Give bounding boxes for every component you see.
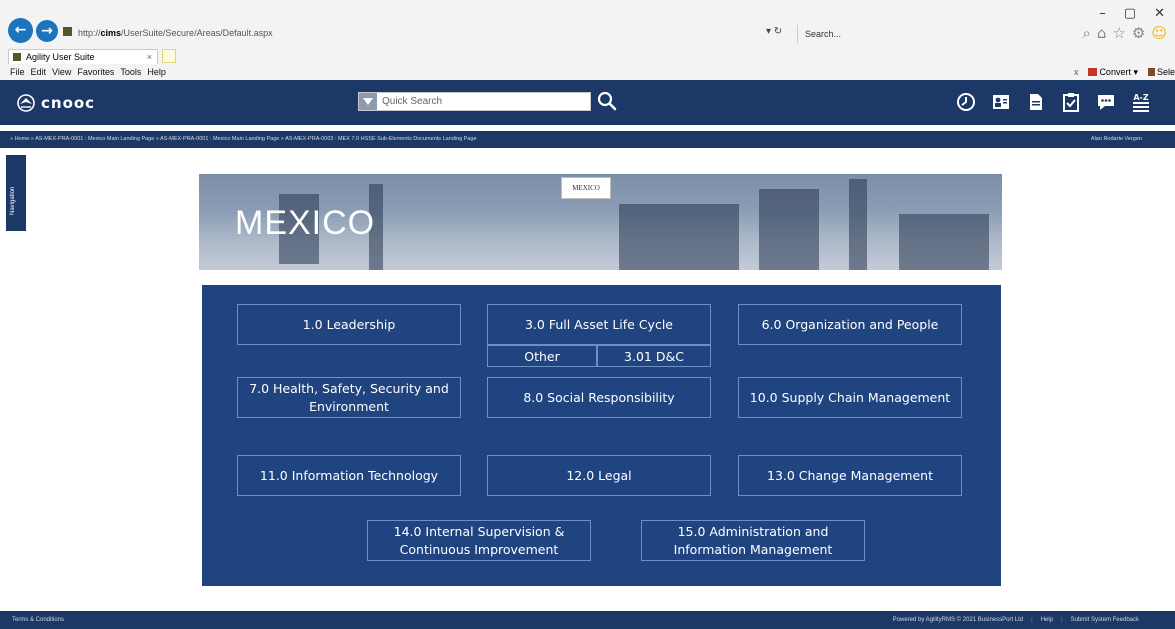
feedback-smiley-icon[interactable]: ☺ — [1151, 24, 1167, 42]
refresh-icon[interactable]: ▾ ↻ — [766, 26, 782, 37]
feedback-chat-icon[interactable] — [1095, 91, 1117, 113]
tab-favicon-icon — [13, 53, 21, 61]
tile-full-asset-life-cycle[interactable]: 3.0 Full Asset Life Cycle — [487, 304, 711, 345]
app-header: cnooc A-Z — [0, 80, 1175, 125]
window-controls: – ▢ ✕ — [1099, 6, 1165, 21]
quick-search-dropdown-icon[interactable] — [359, 93, 377, 110]
terms-link[interactable]: Terms & Conditions — [12, 611, 64, 629]
quick-search — [358, 92, 591, 111]
a-z-index-icon[interactable]: A-Z — [1130, 91, 1152, 113]
convert-button[interactable]: Convert ▾ — [1088, 65, 1138, 80]
url-prefix: http:// — [78, 28, 101, 38]
site-favicon-icon — [63, 27, 72, 36]
breadcrumb-bar: » Home » AS-MEX-PRA-0001 : Mexico Main L… — [0, 131, 1175, 148]
browser-search-input[interactable]: Search... — [797, 25, 1042, 43]
browser-search-placeholder: Search... — [805, 29, 842, 39]
banner-rig-shape — [619, 204, 739, 270]
user-name[interactable]: Alan Rodarte Vergen — [1091, 131, 1142, 148]
back-button[interactable]: ← — [8, 18, 33, 43]
banner-rig-shape — [899, 214, 989, 270]
user-profile-icon[interactable] — [990, 91, 1012, 113]
toolbar-extras: x Convert ▾ Sele — [1074, 65, 1175, 80]
menu-favorites[interactable]: Favorites — [77, 65, 114, 80]
url-host: cims — [100, 28, 122, 38]
menu-edit[interactable]: Edit — [31, 65, 47, 80]
tile-hsse[interactable]: 7.0 Health, Safety, Security and Environ… — [237, 377, 461, 418]
menu-bar: File Edit View Favorites Tools Help — [0, 65, 1175, 80]
page-footer: Terms & Conditions Powered by AgilityRMS… — [0, 611, 1175, 629]
convert-label: Convert — [1099, 67, 1131, 77]
tile-change-management[interactable]: 13.0 Change Management — [738, 455, 962, 496]
banner-chip: MEXICO — [561, 177, 611, 199]
cnooc-logo[interactable]: cnooc — [17, 94, 95, 112]
tile-leadership[interactable]: 1.0 Leadership — [237, 304, 461, 345]
menu-view[interactable]: View — [52, 65, 71, 80]
history-clock-icon[interactable] — [955, 91, 977, 113]
clipboard-check-icon[interactable] — [1060, 91, 1082, 113]
close-toolbar-icon[interactable]: x — [1074, 65, 1079, 80]
tab-title: Agility User Suite — [26, 52, 95, 62]
page-banner: MEXICO MEXICO — [199, 174, 1002, 270]
header-tools: A-Z — [955, 91, 1152, 113]
tile-other[interactable]: Other — [487, 345, 597, 367]
url-path: /UserSuite/Secure/Areas/Default.aspx — [121, 28, 273, 38]
settings-gear-icon[interactable]: ⚙ — [1132, 24, 1145, 42]
footer-separator: | — [1061, 617, 1063, 623]
tile-internal-supervision[interactable]: 14.0 Internal Supervision & Continuous I… — [367, 520, 591, 561]
tab-close-icon[interactable]: × — [147, 50, 152, 64]
tile-social-responsibility[interactable]: 8.0 Social Responsibility — [487, 377, 711, 418]
footer-links: Powered by AgilityRMS © 2021 BusinessPor… — [893, 611, 1139, 629]
address-bar[interactable]: http://cims/UserSuite/Secure/Areas/Defau… — [78, 25, 838, 42]
submit-feedback-link[interactable]: Submit System Feedback — [1071, 611, 1139, 629]
minimize-icon[interactable]: – — [1099, 6, 1106, 21]
powered-by-text: Powered by AgilityRMS © 2021 BusinessPor… — [892, 617, 1024, 623]
restore-icon[interactable]: ▢ — [1124, 6, 1136, 21]
svg-text:A-Z: A-Z — [1133, 93, 1149, 102]
help-link[interactable]: Help — [1041, 611, 1053, 629]
home-icon[interactable]: ⌂ — [1097, 24, 1107, 42]
select-label: Sele — [1156, 67, 1175, 77]
element-tiles-panel: 1.0 Leadership 3.0 Full Asset Life Cycle… — [202, 285, 1001, 586]
footer-separator: | — [1031, 617, 1033, 623]
breadcrumb[interactable]: » Home » AS-MEX-PRA-0001 : Mexico Main L… — [10, 131, 477, 148]
browser-tab[interactable]: Agility User Suite × — [8, 49, 158, 64]
menu-tools[interactable]: Tools — [120, 65, 141, 80]
tile-dc[interactable]: 3.01 D&C — [597, 345, 711, 367]
close-window-icon[interactable]: ✕ — [1154, 6, 1165, 21]
quick-search-button[interactable] — [596, 90, 618, 112]
browser-chrome: – ▢ ✕ ← → http://cims/UserSuite/Secure/A… — [0, 0, 1175, 80]
tile-legal[interactable]: 12.0 Legal — [487, 455, 711, 496]
quick-search-input[interactable] — [377, 93, 590, 110]
banner-rig-shape — [849, 179, 867, 270]
tile-supply-chain-management[interactable]: 10.0 Supply Chain Management — [738, 377, 962, 418]
magnifier-icon — [597, 91, 617, 111]
favorites-star-icon[interactable]: ☆ — [1112, 24, 1125, 42]
logo-text: cnooc — [41, 94, 96, 112]
tile-information-technology[interactable]: 11.0 Information Technology — [237, 455, 461, 496]
forward-button[interactable]: → — [36, 20, 58, 42]
search-icon[interactable]: ⌕ — [1083, 24, 1091, 42]
tile-organization-and-people[interactable]: 6.0 Organization and People — [738, 304, 962, 345]
navigation-side-tab[interactable]: Navigation — [6, 155, 26, 231]
new-tab-button[interactable] — [162, 49, 176, 63]
document-icon[interactable] — [1025, 91, 1047, 113]
banner-title: MEXICO — [235, 204, 376, 242]
banner-rig-shape — [759, 189, 819, 270]
tile-administration[interactable]: 15.0 Administration and Information Mana… — [641, 520, 865, 561]
select-button[interactable]: Sele — [1148, 65, 1175, 80]
menu-help[interactable]: Help — [147, 65, 166, 80]
menu-file[interactable]: File — [10, 65, 25, 80]
browser-toolbar-icons: ⌕ ⌂ ☆ ⚙ ☺ — [1083, 24, 1167, 42]
cnooc-logo-icon — [17, 94, 35, 112]
navigation-tab-label: Navigation — [10, 186, 16, 215]
